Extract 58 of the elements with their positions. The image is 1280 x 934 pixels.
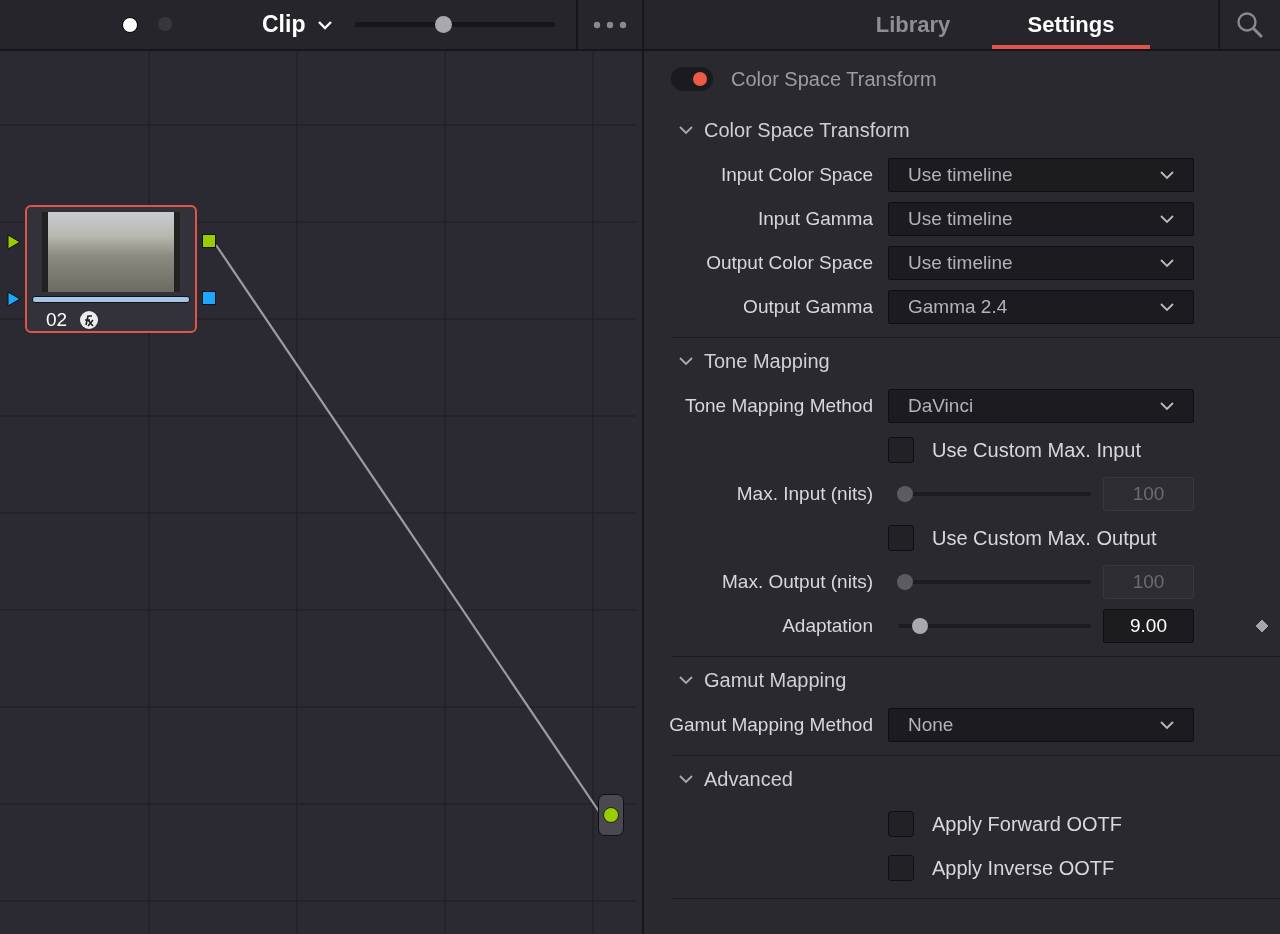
section-header[interactable]: Gamut Mapping bbox=[672, 657, 1280, 703]
output-node[interactable] bbox=[598, 794, 624, 836]
input-triangle-icon[interactable] bbox=[7, 234, 21, 250]
chevron-down-icon bbox=[1159, 302, 1175, 312]
section-header[interactable]: Advanced bbox=[672, 756, 1280, 802]
effect-title: Color Space Transform bbox=[731, 67, 937, 91]
more-options-icon[interactable] bbox=[593, 20, 627, 29]
field-label: Input Color Space bbox=[720, 164, 873, 186]
chevron-down-icon bbox=[1159, 170, 1175, 180]
field-label: Input Gamma bbox=[757, 208, 873, 230]
dropdown[interactable]: Gamma 2.4 bbox=[888, 290, 1194, 324]
page-indicator-dot[interactable] bbox=[122, 16, 138, 33]
chevron-down-icon bbox=[1159, 214, 1175, 224]
keyframe-diamond-icon[interactable] bbox=[1254, 618, 1270, 634]
field-label: Adaptation bbox=[782, 615, 873, 637]
checkbox-label: Use Custom Max. Input bbox=[932, 438, 1141, 462]
field-label: Output Color Space bbox=[706, 252, 873, 274]
dropdown[interactable]: Use timeline bbox=[888, 202, 1194, 236]
dropdown[interactable]: DaVinci bbox=[888, 389, 1194, 423]
chevron-down-icon bbox=[678, 774, 694, 784]
panel-tab[interactable]: Library bbox=[834, 0, 992, 49]
checkbox-label: Apply Inverse OOTF bbox=[932, 856, 1115, 880]
field-label: Max. Input (nits) bbox=[736, 483, 873, 505]
chevron-down-icon bbox=[1159, 720, 1175, 730]
checkbox-label: Apply Forward OOTF bbox=[932, 812, 1123, 836]
slider-thumb[interactable] bbox=[911, 618, 928, 634]
field-label: Max. Output (nits) bbox=[722, 571, 873, 593]
clip-node[interactable]: 02 bbox=[25, 205, 197, 333]
panel-tab[interactable]: Settings bbox=[992, 0, 1150, 49]
field-label: Tone Mapping Method bbox=[685, 395, 873, 417]
checkbox-label: Use Custom Max. Output bbox=[932, 526, 1157, 550]
dropdown[interactable]: Use timeline bbox=[888, 246, 1194, 280]
checkbox[interactable] bbox=[888, 855, 914, 881]
enable-toggle[interactable] bbox=[671, 67, 713, 91]
checkbox[interactable] bbox=[888, 811, 914, 837]
output-square-icon[interactable] bbox=[202, 291, 216, 305]
checkbox[interactable] bbox=[888, 525, 914, 551]
section-header[interactable]: Color Space Transform bbox=[672, 107, 1280, 153]
search-icon[interactable] bbox=[1236, 10, 1264, 39]
node-label: 02 bbox=[46, 309, 68, 331]
input-triangle-icon[interactable] bbox=[7, 291, 21, 307]
chevron-down-icon bbox=[317, 19, 334, 30]
chevron-down-icon bbox=[678, 356, 694, 366]
number-field[interactable]: 9.00 bbox=[1103, 609, 1194, 643]
chevron-down-icon bbox=[678, 675, 694, 685]
chevron-down-icon bbox=[678, 125, 694, 135]
chevron-down-icon bbox=[1159, 401, 1175, 411]
dropdown[interactable]: None bbox=[888, 708, 1194, 742]
chevron-down-icon bbox=[1159, 258, 1175, 268]
dropdown[interactable]: Use timeline bbox=[888, 158, 1194, 192]
section-header[interactable]: Tone Mapping bbox=[672, 338, 1280, 384]
field-label: Output Gamma bbox=[743, 296, 873, 318]
output-square-icon[interactable] bbox=[202, 234, 216, 248]
slider-thumb[interactable] bbox=[435, 16, 453, 33]
clip-dropdown[interactable]: Clip bbox=[262, 11, 334, 38]
fx-badge-icon bbox=[79, 310, 100, 330]
checkbox[interactable] bbox=[888, 437, 914, 463]
field-label: Gamut Mapping Method bbox=[669, 714, 873, 736]
